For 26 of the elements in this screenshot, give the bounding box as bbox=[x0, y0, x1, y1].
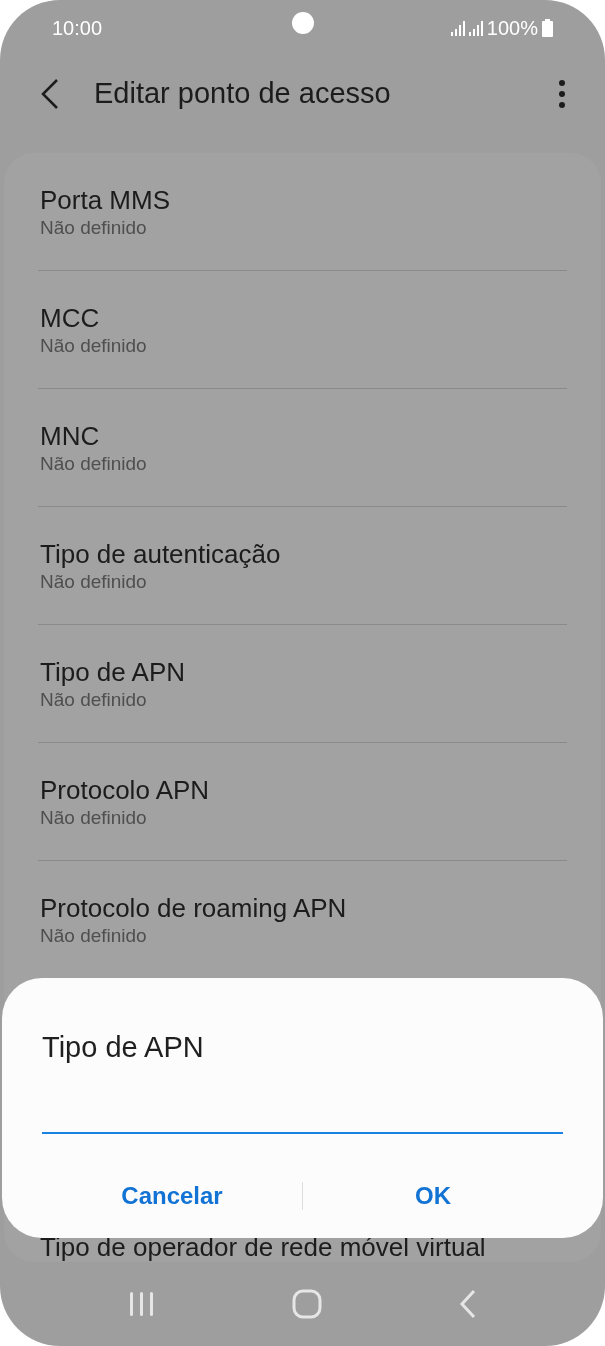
back-icon[interactable] bbox=[40, 78, 60, 110]
setting-title[interactable]: MNC bbox=[40, 419, 565, 452]
setting-value: Não definido bbox=[40, 687, 148, 712]
dialog-button[interactable]: OK bbox=[407, 1173, 459, 1218]
screen-title: Editar ponto de acesso bbox=[94, 76, 391, 112]
home-icon[interactable] bbox=[292, 1289, 323, 1319]
dialog-button[interactable]: Cancelar bbox=[113, 1173, 231, 1218]
setting-title[interactable]: Porta MMS bbox=[40, 183, 565, 216]
setting-value: Não definido bbox=[40, 451, 148, 476]
status-time: 10:00 bbox=[52, 16, 103, 41]
more-options-icon[interactable] bbox=[559, 80, 565, 108]
setting-value: Não definido bbox=[40, 924, 148, 948]
dialog-title: Tipo de APN bbox=[42, 1030, 205, 1065]
setting-title[interactable]: Protocolo APN bbox=[40, 773, 565, 806]
signal-icon bbox=[468, 20, 483, 36]
setting-value: Não definido bbox=[40, 333, 148, 358]
setting-value: Não definido bbox=[40, 569, 148, 594]
battery-percent: 100% bbox=[486, 16, 538, 41]
signal-icon bbox=[450, 20, 465, 36]
setting-title[interactable]: Tipo de APN bbox=[40, 655, 565, 688]
setting-title[interactable]: Protocolo de roaming APN bbox=[40, 892, 565, 924]
setting-value: Não definido bbox=[40, 215, 148, 240]
battery-icon bbox=[542, 19, 553, 37]
setting-value: Não definido bbox=[40, 805, 148, 830]
setting-title[interactable]: MCC bbox=[40, 301, 565, 334]
setting-title[interactable]: Tipo de autenticação bbox=[40, 537, 565, 570]
